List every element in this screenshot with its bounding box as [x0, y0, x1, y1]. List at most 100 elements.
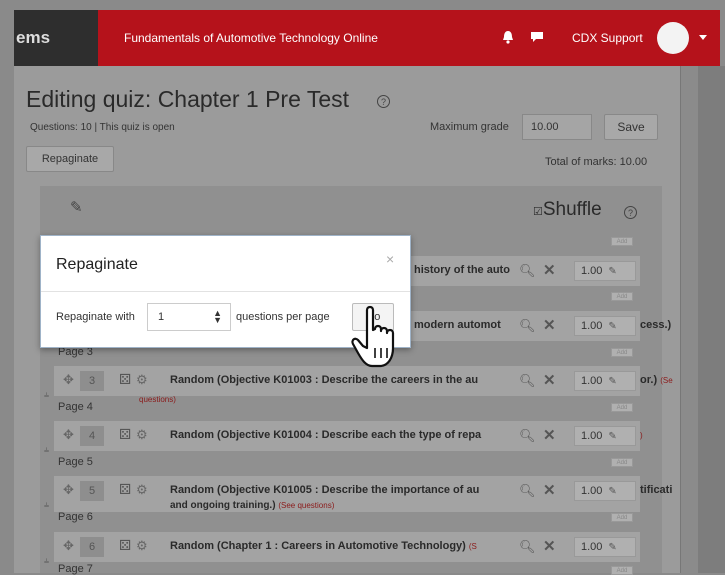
edit-heading-pencil-icon[interactable]: ✎ — [70, 198, 83, 216]
question-number: 3 — [80, 371, 104, 391]
mark-field[interactable]: 1.00 ✎ — [574, 426, 636, 446]
question-number: 6 — [80, 537, 104, 557]
quiz-info: Questions: 10 | This quiz is open — [30, 122, 175, 133]
page-label: Page 5 — [58, 456, 93, 468]
shuffle-checkbox[interactable]: ☑Shuffle — [533, 199, 602, 221]
checkbox-checked-icon[interactable]: ☑ — [533, 206, 543, 218]
mark-value: 1.00 — [581, 375, 603, 387]
question-text-overflow: cess.) — [640, 319, 672, 331]
edit-mark-pencil-icon[interactable]: ✎ — [608, 321, 616, 332]
see-questions-link[interactable]: questions) — [139, 395, 176, 404]
caret-down-icon[interactable] — [699, 35, 707, 40]
mark-field[interactable]: 1.00 ✎ — [574, 371, 636, 391]
site-logo[interactable]: ems — [14, 10, 98, 66]
questions-per-page-label: questions per page — [236, 311, 330, 323]
random-question-icon: ⚄ — [119, 371, 132, 387]
mark-value: 1.00 — [581, 430, 603, 442]
questions-per-page-select[interactable]: 1 ▲ ▼ — [147, 303, 231, 331]
random-question-icon: ⚄ — [119, 426, 132, 442]
add-question-link[interactable]: Add — [611, 403, 633, 412]
remove-icon[interactable]: ✕ — [543, 261, 556, 279]
user-menu-name[interactable]: CDX Support — [572, 10, 643, 66]
page-break-icon[interactable]: ⫨ — [44, 444, 49, 455]
add-question-link[interactable]: Add — [611, 237, 633, 246]
see-questions-link[interactable]: (S — [469, 542, 477, 551]
question-subline-text: and ongoing training.) — [170, 500, 276, 511]
remove-icon[interactable]: ✕ — [543, 481, 556, 499]
edit-mark-pencil-icon[interactable]: ✎ — [608, 542, 616, 553]
move-icon[interactable]: ✥ — [63, 538, 74, 554]
question-text: Random (Chapter 1 : Careers in Automotiv… — [170, 540, 516, 552]
course-title-link[interactable]: Fundamentals of Automotive Technology On… — [124, 10, 378, 66]
add-question-link[interactable]: Add — [611, 292, 633, 301]
page-break-icon[interactable]: ⫨ — [44, 555, 49, 566]
repaginate-with-label: Repaginate with — [56, 311, 135, 323]
edit-mark-pencil-icon[interactable]: ✎ — [608, 431, 616, 442]
cog-icon[interactable]: ⚙ — [136, 372, 148, 388]
question-text-overflow: ) — [640, 429, 643, 441]
move-icon[interactable]: ✥ — [63, 372, 74, 388]
cog-icon[interactable]: ⚙ — [136, 482, 148, 498]
remove-icon[interactable]: ✕ — [543, 316, 556, 334]
question-number: 4 — [80, 426, 104, 446]
hand-pointer-cursor — [351, 305, 395, 368]
chat-icon[interactable] — [530, 31, 544, 43]
move-icon[interactable]: ✥ — [63, 427, 74, 443]
scrollbar[interactable] — [680, 66, 698, 573]
question-number: 5 — [80, 481, 104, 501]
max-grade-input[interactable]: 10.00 — [522, 114, 592, 140]
remove-icon[interactable]: ✕ — [543, 426, 556, 444]
see-questions-link[interactable]: ) — [640, 431, 643, 440]
add-question-link[interactable]: Add — [611, 566, 633, 575]
edit-mark-pencil-icon[interactable]: ✎ — [608, 486, 616, 497]
remove-icon[interactable]: ✕ — [543, 371, 556, 389]
mark-field[interactable]: 1.00 ✎ — [574, 537, 636, 557]
add-question-link[interactable]: Add — [611, 513, 633, 522]
see-questions-link[interactable]: (See questions) — [278, 501, 334, 510]
random-question-icon: ⚄ — [119, 481, 132, 497]
avatar[interactable] — [657, 22, 689, 54]
top-navbar: ems Fundamentals of Automotive Technolog… — [14, 10, 720, 66]
edit-mark-pencil-icon[interactable]: ✎ — [608, 376, 616, 387]
question-text: Random (Objective K01005 : Describe the … — [170, 484, 480, 496]
page-label: Page 4 — [58, 401, 93, 413]
cog-icon[interactable]: ⚙ — [136, 538, 148, 554]
page-break-icon[interactable]: ⫨ — [44, 389, 49, 400]
page-label: Page 6 — [58, 511, 93, 523]
select-arrows-icon: ▲ ▼ — [213, 308, 222, 325]
page-label: Page 7 — [58, 563, 93, 575]
search-icon[interactable]: 🔍︎ — [519, 373, 536, 389]
cog-icon[interactable]: ⚙ — [136, 427, 148, 443]
question-text: Random (Objective K01003 : Describe the … — [170, 374, 479, 386]
random-question-icon: ⚄ — [119, 537, 132, 553]
question-text-overflow: or.) (Se — [640, 374, 673, 386]
search-icon[interactable]: 🔍︎ — [519, 539, 536, 555]
see-questions-link[interactable]: (Se — [660, 376, 672, 385]
move-icon[interactable]: ✥ — [63, 482, 74, 498]
remove-icon[interactable]: ✕ — [543, 537, 556, 555]
bell-icon[interactable] — [502, 30, 514, 44]
screen: ems Fundamentals of Automotive Technolog… — [0, 0, 725, 575]
search-icon[interactable]: 🔍︎ — [519, 263, 536, 279]
repaginate-button[interactable]: Repaginate — [26, 146, 114, 172]
mark-field[interactable]: 1.00 ✎ — [574, 481, 636, 501]
max-grade-label: Maximum grade — [430, 121, 509, 133]
help-icon[interactable]: ? — [377, 95, 390, 108]
question-text: modern automot — [414, 319, 501, 331]
total-marks: Total of marks: 10.00 — [545, 156, 648, 168]
mark-field[interactable]: 1.00 ✎ — [574, 316, 636, 336]
add-question-link[interactable]: Add — [611, 458, 633, 467]
question-subline: and ongoing training.) (See questions) — [170, 500, 334, 511]
shuffle-help-icon[interactable]: ? — [624, 206, 637, 219]
shuffle-label: Shuffle — [542, 199, 602, 220]
search-icon[interactable]: 🔍︎ — [519, 318, 536, 334]
search-icon[interactable]: 🔍︎ — [519, 483, 536, 499]
edit-mark-pencil-icon[interactable]: ✎ — [608, 266, 616, 277]
mark-field[interactable]: 1.00 ✎ — [574, 261, 636, 281]
page-break-icon[interactable]: ⫨ — [44, 499, 49, 510]
search-icon[interactable]: 🔍︎ — [519, 428, 536, 444]
add-question-link[interactable]: Add — [611, 348, 633, 357]
save-button[interactable]: Save — [604, 114, 658, 140]
mark-value: 1.00 — [581, 320, 603, 332]
close-icon[interactable]: × — [386, 251, 394, 267]
